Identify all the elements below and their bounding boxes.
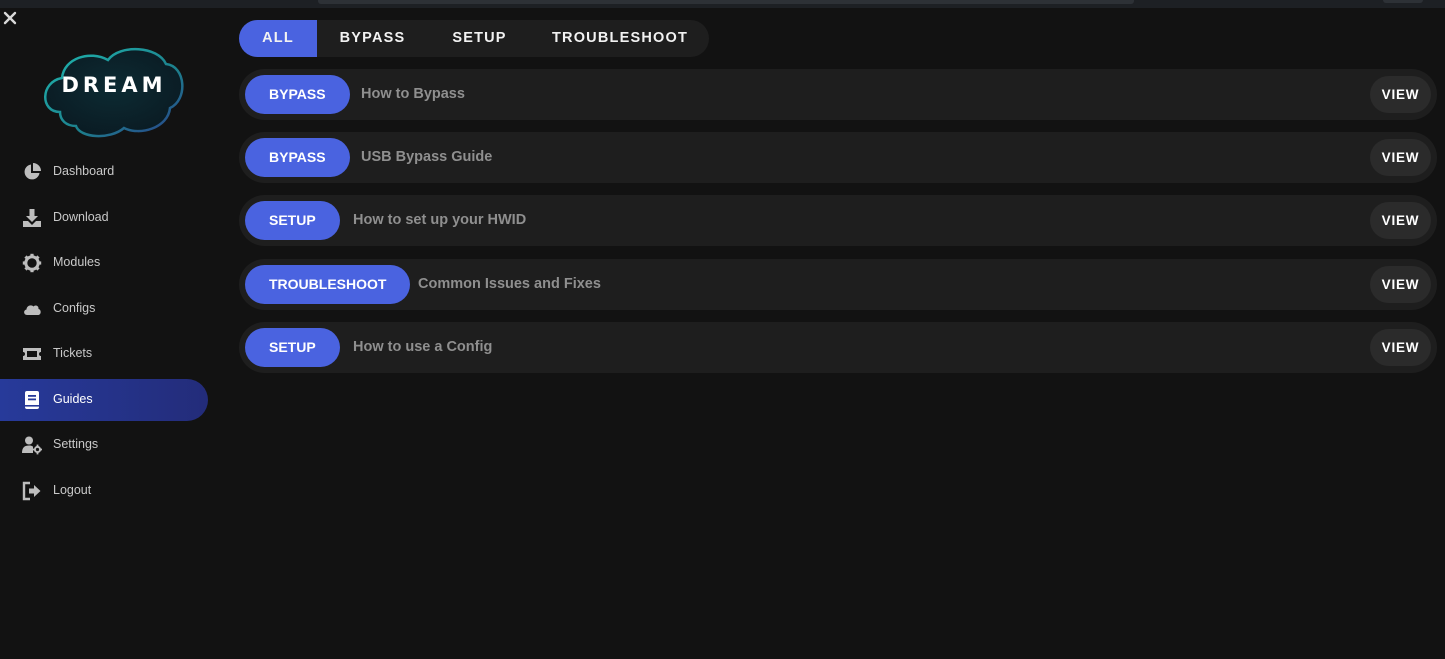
sidebar-item-label: Dashboard: [53, 164, 115, 178]
sidebar-item-modules[interactable]: Modules: [0, 242, 208, 284]
sidebar-item-tickets[interactable]: Tickets: [0, 333, 208, 375]
download-icon: [22, 208, 42, 228]
user-gear-icon: [22, 435, 42, 455]
sidebar-item-label: Guides: [53, 391, 93, 406]
guide-title: How to use a Config: [353, 338, 493, 355]
guide-title: USB Bypass Guide: [361, 149, 493, 166]
sidebar-item-guides[interactable]: Guides: [0, 378, 208, 421]
sidebar-item-label: Configs: [53, 300, 96, 315]
sidebar-item-label: Download: [53, 209, 109, 224]
sidebar: DREAM Dashboard Download Modules Configs: [0, 8, 215, 659]
sidebar-item-settings[interactable]: Settings: [0, 424, 208, 466]
view-button[interactable]: VIEW: [1370, 76, 1431, 113]
logout-icon: [22, 481, 42, 501]
view-button[interactable]: VIEW: [1370, 328, 1431, 366]
sidebar-item-configs[interactable]: Configs: [0, 288, 208, 330]
category-badge[interactable]: SETUP: [245, 327, 340, 367]
ticket-icon: [22, 344, 42, 364]
logo-text: DREAM: [61, 73, 167, 97]
dream-logo: DREAM: [40, 42, 185, 142]
guides-list: BYPASS How to Bypass VIEW BYPASS USB Byp…: [239, 69, 1437, 385]
guide-title: How to Bypass: [361, 86, 465, 102]
window-control: [1383, 0, 1423, 3]
sidebar-item-label: Tickets: [53, 346, 93, 360]
guide-filter-tabs: ALL BYPASS SETUP TROUBLESHOOT: [239, 20, 709, 57]
tab-all[interactable]: ALL: [239, 20, 317, 57]
book-icon: [22, 390, 42, 410]
tab-setup[interactable]: SETUP: [428, 20, 531, 57]
view-button[interactable]: VIEW: [1370, 265, 1431, 303]
tab-troubleshoot[interactable]: TROUBLESHOOT: [531, 20, 709, 57]
sidebar-item-label: Logout: [53, 482, 92, 497]
category-badge[interactable]: TROUBLESHOOT: [245, 264, 411, 304]
window-top-bar: [0, 0, 1445, 8]
guide-row: BYPASS USB Bypass Guide VIEW: [239, 132, 1437, 184]
category-badge[interactable]: SETUP: [245, 201, 340, 241]
sidebar-item-download[interactable]: Download: [0, 197, 208, 239]
sidebar-item-label: Modules: [53, 255, 101, 269]
sidebar-item-logout[interactable]: Logout: [0, 470, 208, 512]
guide-row: SETUP How to set up your HWID VIEW: [239, 195, 1437, 247]
address-bar: [318, 0, 1134, 4]
guide-title: Common Issues and Fixes: [418, 275, 601, 292]
sidebar-item-dashboard[interactable]: Dashboard: [0, 151, 208, 193]
guide-title: How to set up your HWID: [353, 212, 527, 229]
view-button[interactable]: VIEW: [1370, 139, 1431, 177]
pie-chart-icon: [22, 162, 42, 182]
cloud-icon: [22, 299, 42, 319]
tab-bypass[interactable]: BYPASS: [317, 20, 428, 57]
category-badge[interactable]: BYPASS: [245, 138, 350, 178]
sidebar-item-label: Settings: [53, 437, 99, 451]
guide-row: SETUP How to use a Config VIEW: [239, 321, 1437, 373]
view-button[interactable]: VIEW: [1370, 202, 1431, 240]
gear-icon: [22, 253, 42, 273]
guide-row: BYPASS How to Bypass VIEW: [239, 69, 1437, 120]
sidebar-nav: Dashboard Download Modules Configs Ticke…: [0, 151, 215, 515]
category-badge[interactable]: BYPASS: [245, 75, 350, 114]
guide-row: TROUBLESHOOT Common Issues and Fixes VIE…: [239, 258, 1437, 310]
